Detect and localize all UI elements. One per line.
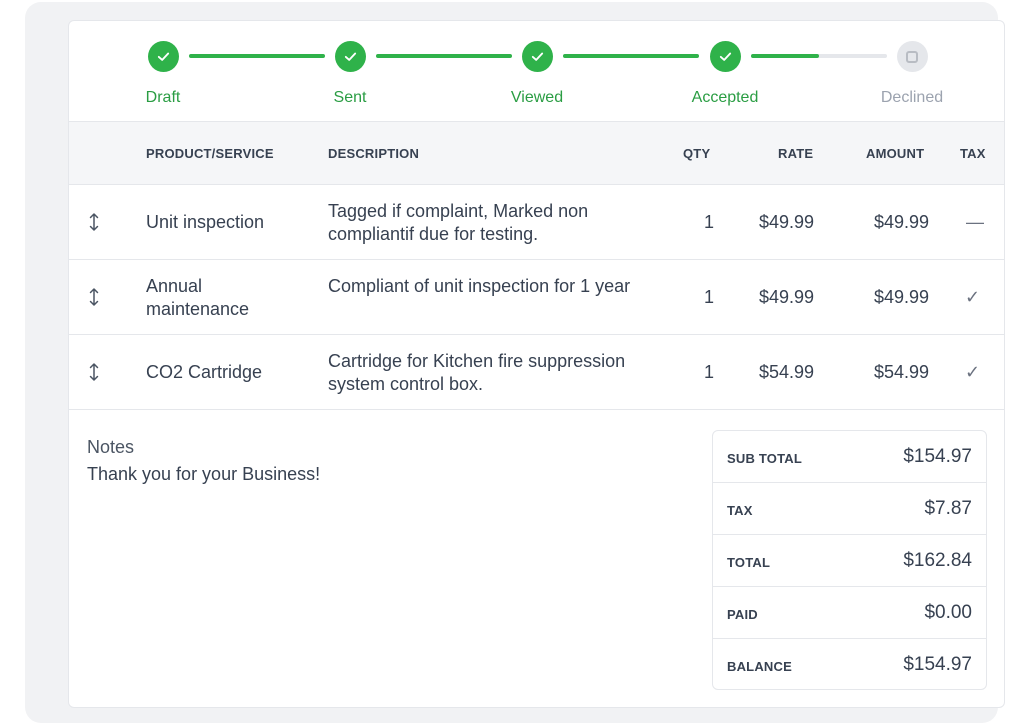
product-description: Compliant of unit inspection for 1 year xyxy=(328,276,631,296)
status-progress: Draft Sent Viewed Accepted Declined xyxy=(69,21,1004,121)
header-rate: RATE xyxy=(778,146,814,161)
total-row: TOTAL $162.84 xyxy=(713,535,986,587)
amount-value: $54.99 xyxy=(873,362,929,382)
step-label: Sent xyxy=(333,89,367,106)
step-label: Accepted xyxy=(691,89,759,106)
rate-value: $49.99 xyxy=(758,212,814,232)
header-amount: AMOUNT xyxy=(866,146,925,161)
table-header: PRODUCT/SERVICE DESCRIPTION QTY RATE AMO… xyxy=(69,121,1004,185)
notes-label: Notes xyxy=(87,437,135,457)
tax-value: $7.87 xyxy=(924,498,972,519)
step-label: Draft xyxy=(145,89,181,106)
tax-label: TAX xyxy=(727,503,753,518)
balance-value: $154.97 xyxy=(903,654,972,675)
step-declined[interactable]: Declined xyxy=(842,41,982,107)
step-accepted[interactable]: Accepted xyxy=(655,41,795,107)
paid-value: $0.00 xyxy=(924,602,972,623)
header-description: DESCRIPTION xyxy=(328,146,420,161)
tax-dash-icon: — xyxy=(966,212,984,232)
product-name: Annual maintenance xyxy=(146,276,250,319)
product-description: Cartridge for Kitchen fire suppression s… xyxy=(328,351,626,394)
qty-value: 1 xyxy=(703,287,714,307)
table-row[interactable]: Unit inspection Tagged if complaint, Mar… xyxy=(69,185,1004,260)
subtotal-label: SUB TOTAL xyxy=(727,451,802,466)
balance-label: BALANCE xyxy=(727,659,792,674)
rate-value: $49.99 xyxy=(758,287,814,307)
table-row[interactable]: CO2 Cartridge Cartridge for Kitchen fire… xyxy=(69,335,1004,410)
paid-label: PAID xyxy=(727,607,758,622)
product-description: Tagged if complaint, Marked non complian… xyxy=(328,201,589,244)
rate-value: $54.99 xyxy=(758,362,814,382)
tax-check-icon: ✓ xyxy=(965,362,981,382)
checkbox-outline-icon xyxy=(896,41,928,72)
step-draft[interactable]: Draft xyxy=(93,41,233,107)
qty-value: 1 xyxy=(703,212,714,232)
table-row[interactable]: Annual maintenance Compliant of unit ins… xyxy=(69,260,1004,335)
paid-row: PAID $0.00 xyxy=(713,587,986,639)
step-label: Declined xyxy=(880,89,944,106)
drag-handle-icon[interactable] xyxy=(86,362,102,382)
subtotal-row: SUB TOTAL $154.97 xyxy=(713,431,986,483)
total-label: TOTAL xyxy=(727,555,771,570)
qty-value: 1 xyxy=(703,362,714,382)
drag-handle-icon[interactable] xyxy=(86,287,102,307)
amount-value: $49.99 xyxy=(873,212,929,232)
subtotal-value: $154.97 xyxy=(903,446,972,467)
header-tax: TAX xyxy=(960,146,986,161)
check-icon xyxy=(334,41,366,72)
step-label: Viewed xyxy=(510,89,564,106)
estimate-card: Draft Sent Viewed Accepted Declined PROD… xyxy=(68,20,1005,708)
notes-text: Thank you for your Business! xyxy=(87,464,321,484)
step-sent[interactable]: Sent xyxy=(280,41,420,107)
product-name: CO2 Cartridge xyxy=(146,362,263,382)
header-product: PRODUCT/SERVICE xyxy=(146,146,274,161)
totals-summary: SUB TOTAL $154.97 TAX $7.87 TOTAL $162.8… xyxy=(712,430,987,690)
tax-row: TAX $7.87 xyxy=(713,483,986,535)
tax-check-icon: ✓ xyxy=(965,287,981,307)
balance-row: BALANCE $154.97 xyxy=(713,639,986,689)
amount-value: $49.99 xyxy=(873,287,929,307)
page-background: Draft Sent Viewed Accepted Declined PROD… xyxy=(25,2,1005,723)
total-value: $162.84 xyxy=(903,550,972,571)
check-icon xyxy=(147,41,179,72)
product-name: Unit inspection xyxy=(146,212,265,232)
check-icon xyxy=(521,41,553,72)
header-qty: QTY xyxy=(683,146,711,161)
check-icon xyxy=(709,41,741,72)
step-viewed[interactable]: Viewed xyxy=(467,41,607,107)
drag-handle-icon[interactable] xyxy=(86,212,102,232)
